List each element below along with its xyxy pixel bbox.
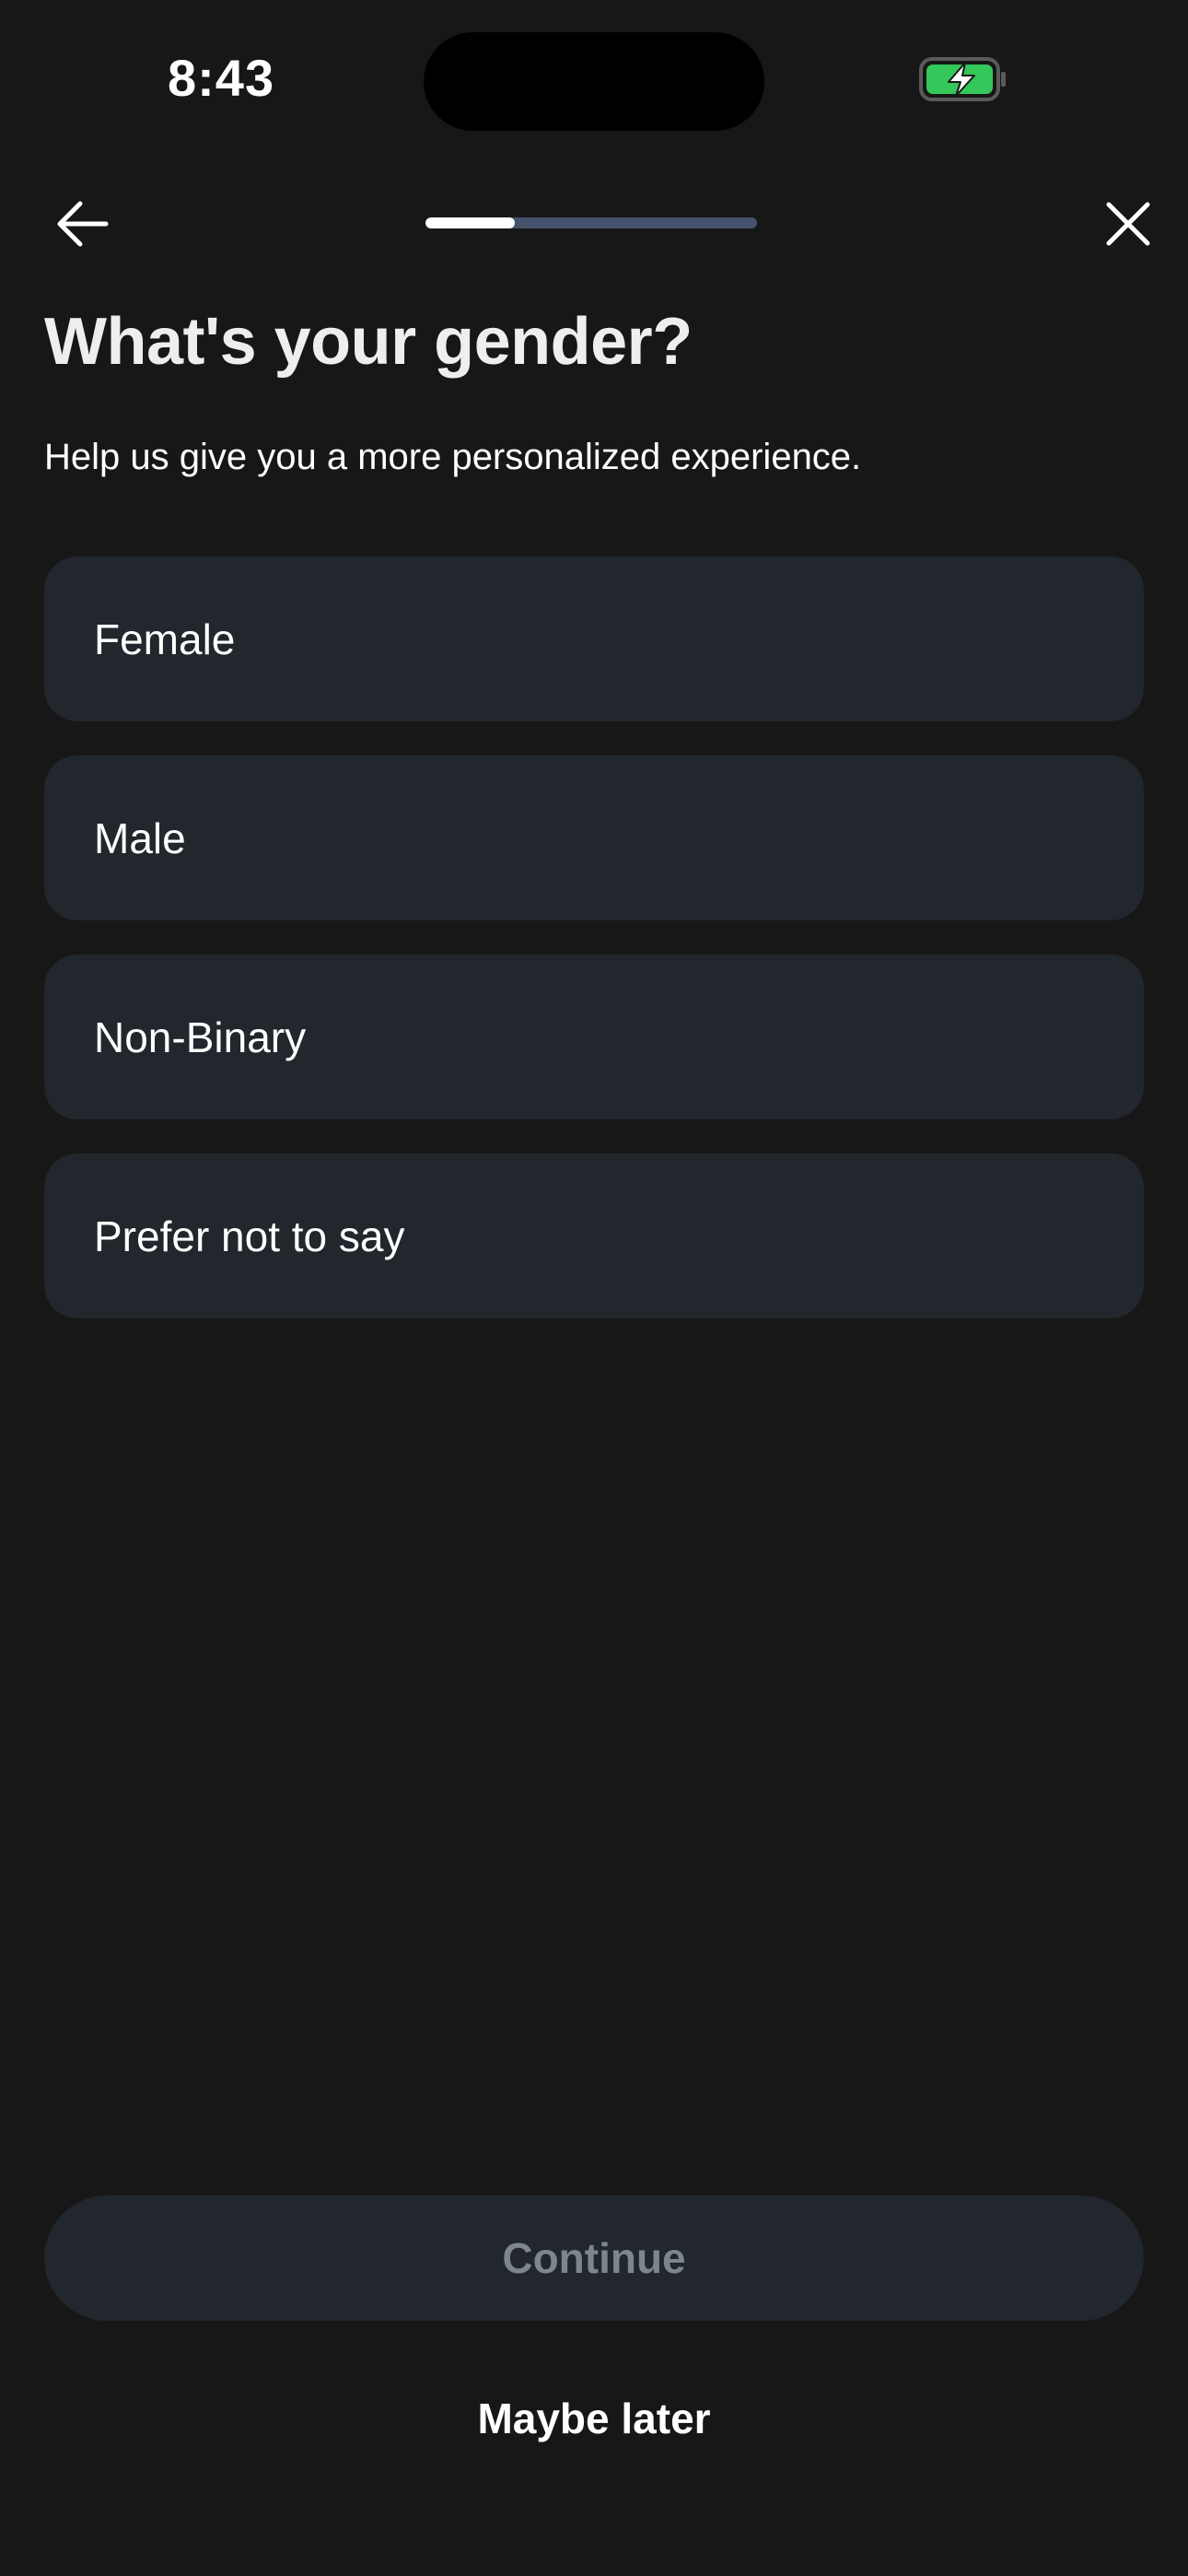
page-title: What's your gender? [44,305,693,379]
option-label: Prefer not to say [94,1212,405,1260]
page-subtitle: Help us give you a more personalized exp… [44,437,862,477]
option-male[interactable]: Male [44,755,1144,920]
maybe-later-button[interactable]: Maybe later [0,2386,1188,2451]
option-label: Non-Binary [94,1013,307,1061]
gender-selection-screen: 8:43 What's your gender? Help us give yo… [0,0,1188,2576]
progress-bar [425,217,757,228]
close-button[interactable] [1087,182,1170,265]
option-label: Female [94,615,236,663]
arrow-left-icon [57,201,109,247]
back-button[interactable] [41,182,123,265]
gender-options-list: Female Male Non-Binary Prefer not to say [44,556,1144,1352]
option-female[interactable]: Female [44,556,1144,721]
progress-bar-fill [425,217,516,228]
maybe-later-label: Maybe later [477,2395,711,2442]
continue-button[interactable]: Continue [44,2195,1144,2321]
status-time: 8:43 [168,49,275,107]
close-icon [1106,202,1150,246]
option-label: Male [94,814,186,862]
dynamic-island [424,32,764,131]
option-non-binary[interactable]: Non-Binary [44,954,1144,1119]
option-prefer-not-to-say[interactable]: Prefer not to say [44,1153,1144,1318]
battery-charging-icon [919,57,1006,101]
continue-label: Continue [502,2234,686,2282]
